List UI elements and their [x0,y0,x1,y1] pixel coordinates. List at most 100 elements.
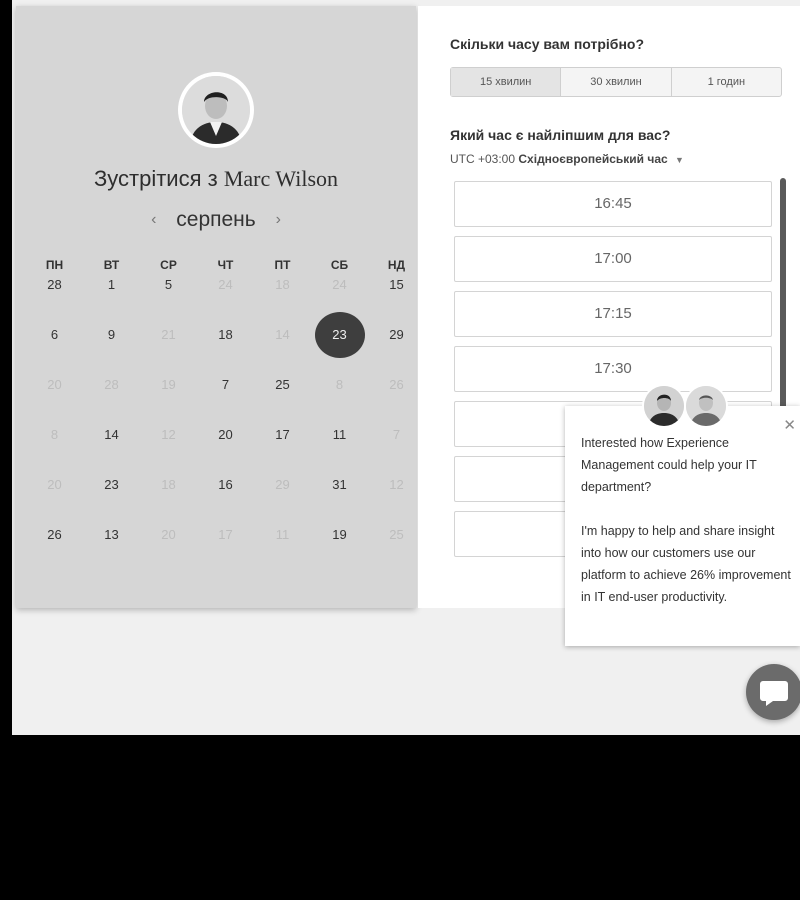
calendar-day[interactable]: 15 [368,276,425,326]
host-title: Зустрітися з Marc Wilson [16,166,416,192]
calendar-day-number: 8 [335,377,344,392]
calendar-day[interactable]: 13 [83,526,140,576]
calendar-day[interactable]: 18 [197,326,254,376]
calendar-day[interactable]: 31 [311,476,368,526]
host-name: Marc Wilson [223,166,339,191]
duration-option[interactable]: 1 годин [672,68,781,96]
calendar-day: 21 [140,326,197,376]
time-question: Який час є найліпшим для вас? [450,127,671,143]
calendar-day: 28 [83,376,140,426]
calendar-day-number: 23 [104,477,119,492]
chat-popup: ✕ Interested how Experience Management c… [565,406,800,646]
chat-bubble-icon [760,681,788,706]
chat-message-line-1: Interested how Experience Management cou… [581,436,757,494]
calendar-day: 12 [140,426,197,476]
calendar-day-number: 7 [392,427,401,442]
calendar-day[interactable]: 28 [26,276,83,326]
duration-option[interactable]: 30 хвилин [561,68,672,96]
person-photo-icon [182,76,250,144]
calendar-day-number: 29 [275,477,290,492]
calendar-day[interactable]: 14 [83,426,140,476]
duration-option[interactable]: 15 хвилин [451,68,562,96]
host-title-prefix: Зустрітися з [93,166,218,191]
calendar-day[interactable]: 6 [26,326,83,376]
weekday-label: СР [160,258,177,272]
calendar-day: 7 [368,426,425,476]
calendar-day: 20 [26,476,83,526]
weekday-label: ВТ [103,258,120,272]
calendar-week-row: 6 9 21 18 14 23 29 [26,312,425,376]
calendar-day: 11 [254,526,311,576]
weekday-label: ПН [45,258,64,272]
calendar-day[interactable]: 19 [311,526,368,576]
calendar-day: 26 [368,376,425,426]
calendar-week-row: 28 1 5 24 18 24 15 [26,276,425,326]
calendar-day: 8 [311,376,368,426]
calendar-day-number: 18 [275,277,290,292]
calendar-day-number: 25 [389,527,404,542]
calendar-week-row: 26 13 20 17 11 19 25 [26,526,425,576]
calendar-day-number: 23 [314,312,365,358]
chevron-right-icon[interactable]: › [262,211,295,228]
calendar-day-number: 17 [218,527,233,542]
calendar-day-number: 20 [47,377,62,392]
weekday-header: ПН ВТ СР ЧТ ПТ СБ НД [26,258,425,274]
selected-date[interactable]: 23 [311,312,368,376]
calendar-day[interactable]: 11 [311,426,368,476]
chat-agent-avatar [642,384,686,428]
calendar-day[interactable]: 23 [83,476,140,526]
calendar-day-number: 19 [332,527,347,542]
calendar-day-number: 20 [218,427,233,442]
calendar-week-row: 8 14 12 20 17 11 7 [26,426,425,476]
calendar-day: 18 [254,276,311,326]
time-slot-button[interactable]: 17:30 [454,346,772,392]
calendar-week-row: 20 23 18 16 29 31 12 [26,476,425,526]
calendar-day: 20 [140,526,197,576]
calendar-day: 8 [26,426,83,476]
calendar-day-number: 12 [161,427,176,442]
calendar-day[interactable]: 7 [197,376,254,426]
chat-agent-avatar [684,384,728,428]
calendar-day-number: 18 [161,477,176,492]
timezone-offset: UTC +03:00 [450,152,516,166]
calendar-day-number: 1 [107,277,116,292]
calendar-day-number: 26 [389,377,404,392]
calendar-day-number: 11 [275,527,290,542]
calendar-day: 14 [254,326,311,376]
duration-selector: 15 хвилин 30 хвилин 1 годин [450,67,782,97]
calendar-day: 29 [254,476,311,526]
calendar-week-row: 20 28 19 7 25 8 26 [26,376,425,426]
chat-message: Interested how Experience Management cou… [581,432,791,608]
calendar-day[interactable]: 5 [140,276,197,326]
time-slot-button[interactable]: 17:00 [454,236,772,282]
timezone-selector[interactable]: UTC +03:00 Східноєвропейський час ▼ [450,152,684,166]
calendar-day[interactable]: 17 [254,426,311,476]
calendar-day[interactable]: 29 [368,326,425,376]
calendar-day-number: 7 [221,377,230,392]
calendar-day: 20 [26,376,83,426]
calendar-day[interactable]: 25 [254,376,311,426]
calendar-day-number: 24 [218,277,233,292]
calendar-day: 12 [368,476,425,526]
calendar-day-number: 20 [47,477,62,492]
chevron-left-icon[interactable]: ‹ [137,211,170,228]
calendar-day[interactable]: 16 [197,476,254,526]
calendar-day-number: 28 [104,377,119,392]
chat-message-line-2: I'm happy to help and share insight into… [581,524,791,604]
chat-launcher-button[interactable] [746,664,800,720]
calendar-day: 18 [140,476,197,526]
time-slot-button[interactable]: 16:45 [454,181,772,227]
calendar-day-number: 18 [218,327,233,342]
calendar-day[interactable]: 1 [83,276,140,326]
month-navigation: ‹ серпень › [16,208,416,232]
scheduler-app: Зустрітися з Marc Wilson ‹ серпень › ПН В… [12,0,800,735]
calendar-day-number: 17 [275,427,290,442]
calendar-day[interactable]: 26 [26,526,83,576]
calendar-day[interactable]: 9 [83,326,140,376]
calendar-day[interactable]: 20 [197,426,254,476]
calendar-day-number: 20 [161,527,176,542]
calendar-day-number: 31 [332,477,347,492]
person-photo-icon [686,386,726,426]
calendar-day-number: 19 [161,377,176,392]
time-slot-button[interactable]: 17:15 [454,291,772,337]
